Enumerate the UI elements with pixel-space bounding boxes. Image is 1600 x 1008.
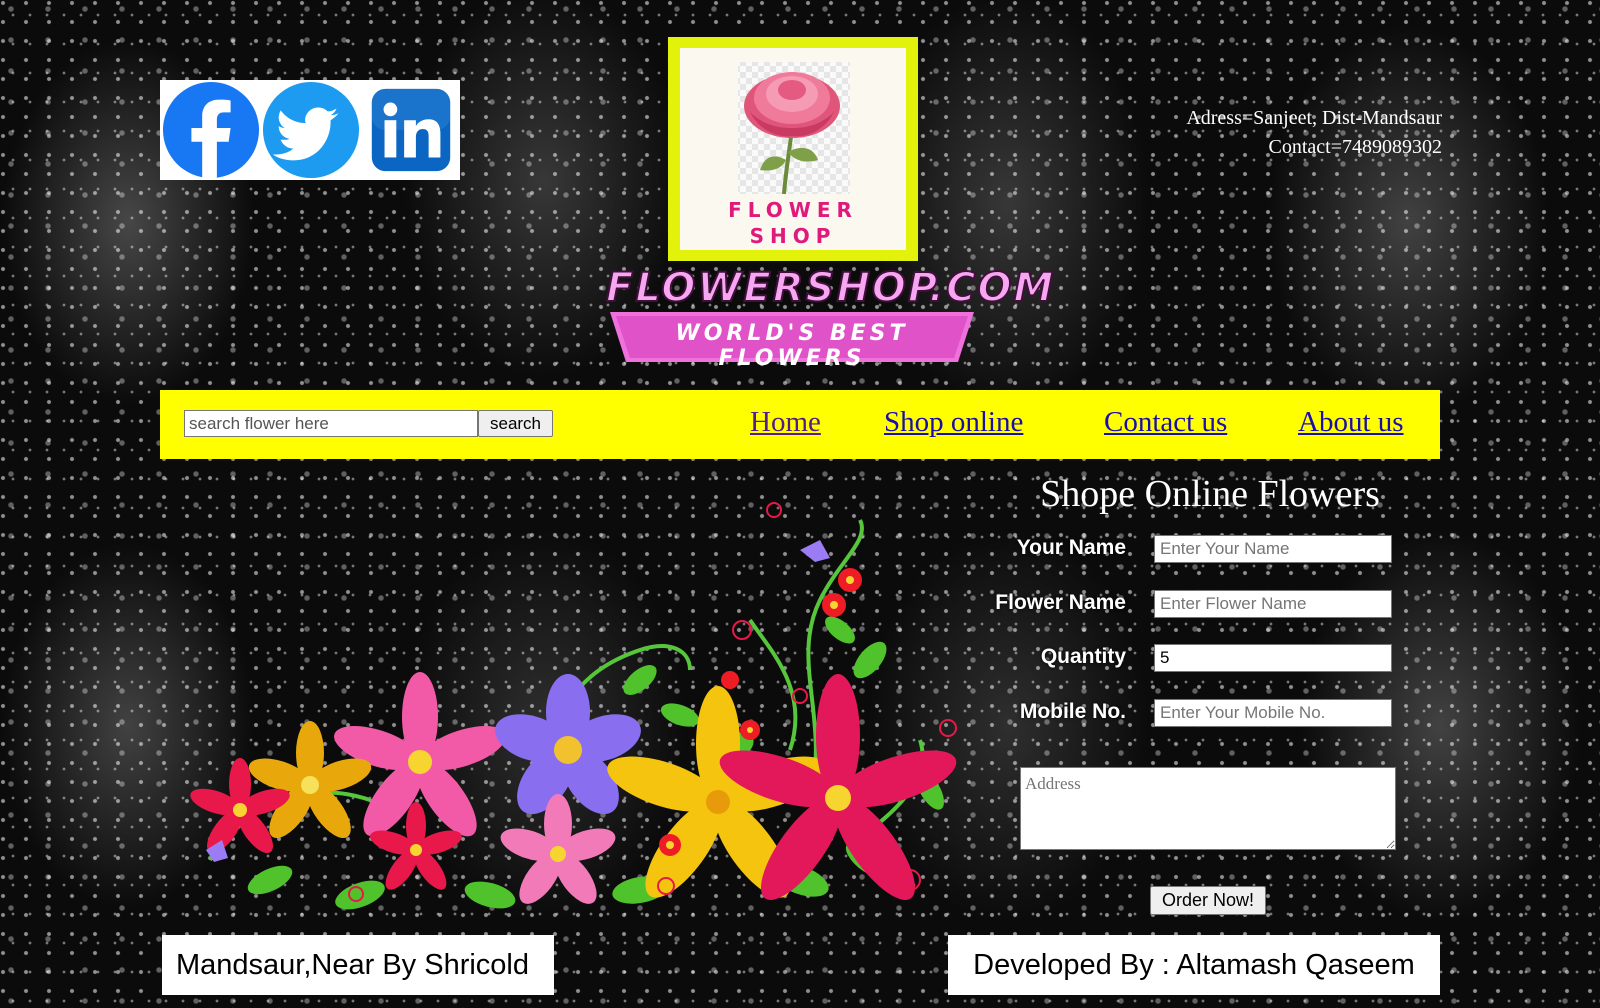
logo-line-1: FLOWER <box>728 198 858 222</box>
flower-bouquet-image <box>190 502 957 910</box>
nav-bar: search Home Shop online Contact us About… <box>160 390 1440 459</box>
nav-link-contact-us[interactable]: Contact us <box>1104 406 1227 439</box>
phone-text: Contact=7489089302 <box>1268 136 1443 158</box>
shop-logo[interactable]: FLOWER SHOP <box>668 37 918 261</box>
peony-flower-icon <box>738 62 850 195</box>
your-name-row: Your Name <box>980 535 1394 563</box>
twitter-icon[interactable] <box>262 81 360 179</box>
mobile-input[interactable] <box>1154 699 1392 727</box>
logo-line-2: SHOP <box>749 224 837 248</box>
address-textarea[interactable] <box>1020 767 1396 850</box>
brand-banner: FLOWERSHOP.COM WORLD'S BEST FLOWERS <box>605 264 1056 371</box>
your-name-label: Your Name <box>1016 536 1126 559</box>
nav-link-about-us[interactable]: About us <box>1298 406 1404 439</box>
quantity-input[interactable] <box>1154 644 1392 672</box>
quantity-label: Quantity <box>1040 645 1126 668</box>
brand-tagline: WORLD'S BEST FLOWERS <box>675 321 909 371</box>
flower-name-label: Flower Name <box>995 591 1126 614</box>
brand-name: FLOWERSHOP.COM <box>605 264 1056 312</box>
linkedin-icon[interactable] <box>362 81 460 179</box>
contact-info: Adress=Sanjeet, Dist-Mandsaur Contact=74… <box>1186 104 1442 162</box>
mobile-label: Mobile No. <box>1019 700 1126 723</box>
footer-developer: Developed By : Altamash Qaseem <box>948 935 1440 995</box>
logo-image: FLOWER SHOP <box>680 48 906 250</box>
social-icons <box>160 80 460 180</box>
order-now-button[interactable]: Order Now! <box>1150 886 1266 915</box>
nav-link-shop-online[interactable]: Shop online <box>884 406 1023 439</box>
flower-name-input[interactable] <box>1154 590 1392 618</box>
mobile-row: Mobile No. <box>980 699 1394 727</box>
order-form-title: Shope Online Flowers <box>1040 473 1380 515</box>
search-input[interactable] <box>184 410 478 437</box>
nav-link-home[interactable]: Home <box>750 406 821 439</box>
quantity-row: Quantity <box>980 644 1394 672</box>
footer-location: Mandsaur,Near By Shricold <box>162 935 554 995</box>
flower-name-row: Flower Name <box>980 590 1394 618</box>
search-button[interactable]: search <box>478 410 553 437</box>
facebook-icon[interactable] <box>162 81 260 179</box>
your-name-input[interactable] <box>1154 535 1392 563</box>
address-text: Adress=Sanjeet, Dist-Mandsaur <box>1186 107 1442 129</box>
